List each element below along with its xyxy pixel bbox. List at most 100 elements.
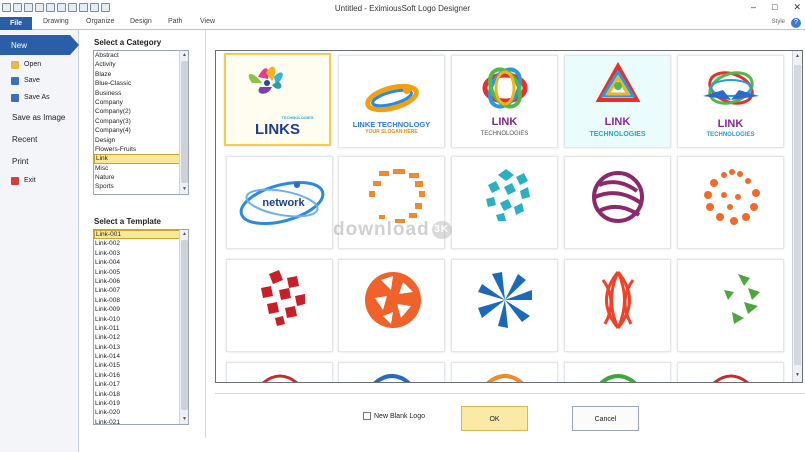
logo-tile-link-015[interactable]: [677, 259, 784, 352]
category-item[interactable]: Flowers-Fruits: [94, 145, 188, 154]
help-button[interactable]: ?: [791, 18, 801, 28]
category-listbox[interactable]: Abstract Activity Blaze Blue-Classic Busines…: [93, 50, 189, 195]
menu-exit[interactable]: Exit: [0, 173, 79, 188]
logo-tile-link-001[interactable]: LINKS TECHNOLOGIES: [224, 53, 331, 146]
category-item[interactable]: Misc: [94, 164, 188, 173]
scroll-thumb[interactable]: [794, 65, 801, 365]
template-item[interactable]: Link-014: [94, 352, 188, 361]
minimize-button[interactable]: –: [751, 2, 756, 13]
logo-tile-link-002[interactable]: LINKE TECHNOLOGY YOUR SLOGAN HERE: [338, 55, 445, 148]
template-item[interactable]: Link-011: [94, 324, 188, 333]
template-item[interactable]: Link-020: [94, 408, 188, 417]
scroll-down-arrow[interactable]: ▼: [794, 372, 801, 380]
tab-view[interactable]: View: [200, 18, 215, 25]
template-item[interactable]: Link-013: [94, 343, 188, 352]
cancel-button[interactable]: Cancel: [572, 406, 639, 431]
logo-tile-link-010[interactable]: [677, 156, 784, 249]
logo-tile-link-019[interactable]: [564, 362, 671, 382]
category-item[interactable]: Design: [94, 136, 188, 145]
category-item[interactable]: Sports: [94, 182, 188, 191]
ok-button[interactable]: OK: [461, 406, 528, 431]
template-item[interactable]: Link-002: [94, 239, 188, 248]
scroll-down-arrow[interactable]: ▼: [181, 186, 188, 193]
template-item[interactable]: Link-004: [94, 258, 188, 267]
category-item[interactable]: Company(3): [94, 117, 188, 126]
scroll-thumb[interactable]: [181, 240, 188, 410]
tab-path[interactable]: Path: [168, 18, 182, 25]
template-item[interactable]: Link-007: [94, 286, 188, 295]
menu-print[interactable]: Print: [0, 154, 79, 169]
logo-tile-link-018[interactable]: [451, 362, 558, 382]
watermark-text: download: [333, 219, 430, 240]
purple-striped-sphere-icon: [592, 171, 644, 223]
template-item[interactable]: Link-010: [94, 315, 188, 324]
template-item[interactable]: Link-008: [94, 296, 188, 305]
logo-tile-link-003[interactable]: LINK TECHNOLOGIES: [451, 55, 558, 148]
tab-design[interactable]: Design: [130, 18, 152, 25]
scroll-up-arrow[interactable]: ▲: [181, 231, 188, 238]
category-item[interactable]: Blaze: [94, 70, 188, 79]
new-blank-logo-label: New Blank Logo: [374, 412, 425, 420]
logo-tile-link-004[interactable]: LINK TECHNOLOGIES: [564, 55, 671, 148]
template-item[interactable]: Link-017: [94, 380, 188, 389]
category-item[interactable]: Company(2): [94, 107, 188, 116]
close-button[interactable]: ✕: [793, 2, 801, 13]
logo-tile-link-011[interactable]: [226, 259, 333, 352]
logo-tile-link-012[interactable]: [338, 259, 445, 352]
category-item[interactable]: Abstract: [94, 51, 188, 60]
template-item[interactable]: Link-012: [94, 333, 188, 342]
category-item[interactable]: Blue-Classic: [94, 79, 188, 88]
category-item[interactable]: Business: [94, 89, 188, 98]
menu-open[interactable]: Open: [0, 57, 79, 72]
template-item[interactable]: Link-019: [94, 399, 188, 408]
category-item[interactable]: Link: [94, 154, 188, 164]
template-item[interactable]: Link-006: [94, 277, 188, 286]
template-scrollbar[interactable]: ▲ ▼: [179, 230, 188, 424]
template-item[interactable]: Link-015: [94, 361, 188, 370]
style-menu[interactable]: Style: [772, 19, 785, 25]
tab-file[interactable]: File: [0, 17, 32, 30]
template-item[interactable]: Link-016: [94, 371, 188, 380]
new-blank-logo-checkbox[interactable]: [363, 412, 371, 420]
maximize-button[interactable]: □: [772, 2, 777, 13]
logo-tile-link-020[interactable]: [677, 362, 784, 382]
panel-divider: [205, 30, 206, 438]
logo-tile-link-009[interactable]: [564, 156, 671, 249]
template-item[interactable]: Link-001: [94, 230, 188, 240]
logo-tile-link-014[interactable]: [564, 259, 671, 352]
tab-drawing[interactable]: Drawing: [43, 18, 69, 25]
menu-recent[interactable]: Recent: [0, 132, 79, 147]
grid-scrollbar[interactable]: ▲ ▼: [792, 51, 802, 382]
menu-save[interactable]: Save: [0, 73, 79, 88]
scroll-up-arrow[interactable]: ▲: [181, 52, 188, 59]
logo-tile-link-008[interactable]: [451, 156, 558, 249]
logo-tile-link-017[interactable]: [338, 362, 445, 382]
logo-tile-link-013[interactable]: [451, 259, 558, 352]
orange-dot-sphere-icon: [704, 169, 760, 225]
scroll-down-arrow[interactable]: ▼: [181, 416, 188, 423]
scroll-up-arrow[interactable]: ▲: [794, 53, 801, 61]
menu-open-label: Open: [24, 61, 42, 68]
template-item[interactable]: Link-018: [94, 390, 188, 399]
category-item[interactable]: Activity: [94, 60, 188, 69]
logo-tile-link-016[interactable]: [226, 362, 333, 382]
category-item[interactable]: Nature: [94, 173, 188, 182]
category-scrollbar[interactable]: ▲ ▼: [179, 51, 188, 194]
tab-organize[interactable]: Organize: [86, 18, 114, 25]
save-as-icon: [11, 93, 19, 102]
menu-save-as[interactable]: Save As: [0, 90, 79, 105]
menu-new[interactable]: New: [0, 35, 79, 55]
template-listbox[interactable]: Link-001 Link-002 Link-003 Link-004 Link-005…: [93, 229, 189, 425]
scroll-thumb[interactable]: [181, 61, 188, 183]
new-blank-logo-option[interactable]: New Blank Logo: [363, 412, 425, 420]
logo-tile-link-006[interactable]: network: [226, 156, 333, 249]
template-item[interactable]: Link-003: [94, 249, 188, 258]
template-item[interactable]: Link-009: [94, 305, 188, 314]
template-rows: Link-001 Link-002 Link-003 Link-004 Link-005…: [94, 230, 188, 424]
logo-tile-link-005[interactable]: LINK TECHNOLOGIES: [677, 55, 784, 148]
category-item[interactable]: Company(4): [94, 126, 188, 135]
category-item[interactable]: Company: [94, 98, 188, 107]
menu-save-as-image[interactable]: Save as Image: [0, 110, 79, 125]
template-item[interactable]: Link-021: [94, 418, 188, 424]
template-item[interactable]: Link-005: [94, 268, 188, 277]
